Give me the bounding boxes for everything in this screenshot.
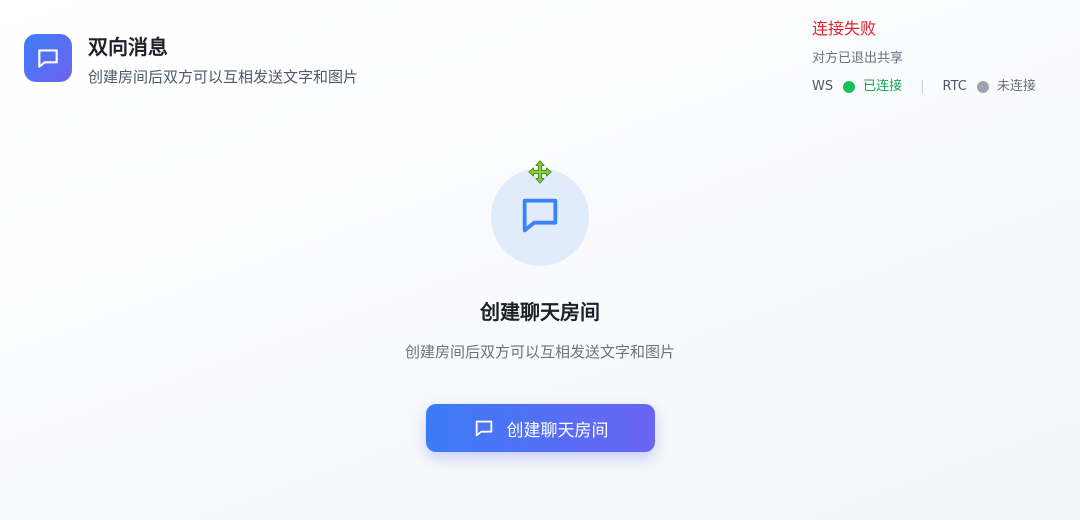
hero-illustration [491, 160, 589, 266]
app-subtitle: 创建房间后双方可以互相发送文字和图片 [88, 68, 359, 86]
empty-state [0, 160, 1080, 266]
app-title: 双向消息 [88, 35, 168, 59]
rtc-status-text: 未连接 [996, 79, 1036, 94]
create-room-button-label: 创建聊天房间 [506, 420, 609, 441]
create-room-button[interactable]: 创建聊天房间 [426, 404, 655, 452]
message-square-icon [473, 417, 495, 439]
message-square-icon [517, 192, 563, 242]
peer-status-text: 对方已退出共享 [812, 51, 904, 66]
room-title: 创建聊天房间 [480, 300, 600, 324]
ws-label: WS [812, 79, 834, 94]
connection-status-panel: 连接失败 对方已退出共享 WS 已连接 | RTC 未连接 [812, 18, 1062, 96]
rtc-label: RTC [942, 79, 967, 94]
ws-status-dot [843, 81, 856, 93]
connection-indicators: WS 已连接 | RTC 未连接 [812, 78, 1062, 96]
app-header: 双向消息 创建房间后双方可以互相发送文字和图片 [24, 34, 358, 87]
message-square-icon [24, 34, 72, 82]
ws-status-text: 已连接 [863, 79, 903, 94]
status-separator: | [920, 79, 925, 94]
move-cursor-icon [528, 160, 552, 184]
connection-error-text: 连接失败 [812, 19, 877, 38]
header-titles: 双向消息 创建房间后双方可以互相发送文字和图片 [88, 34, 358, 87]
rtc-status-dot [976, 81, 989, 93]
room-description: 创建房间后双方可以互相发送文字和图片 [404, 343, 675, 361]
